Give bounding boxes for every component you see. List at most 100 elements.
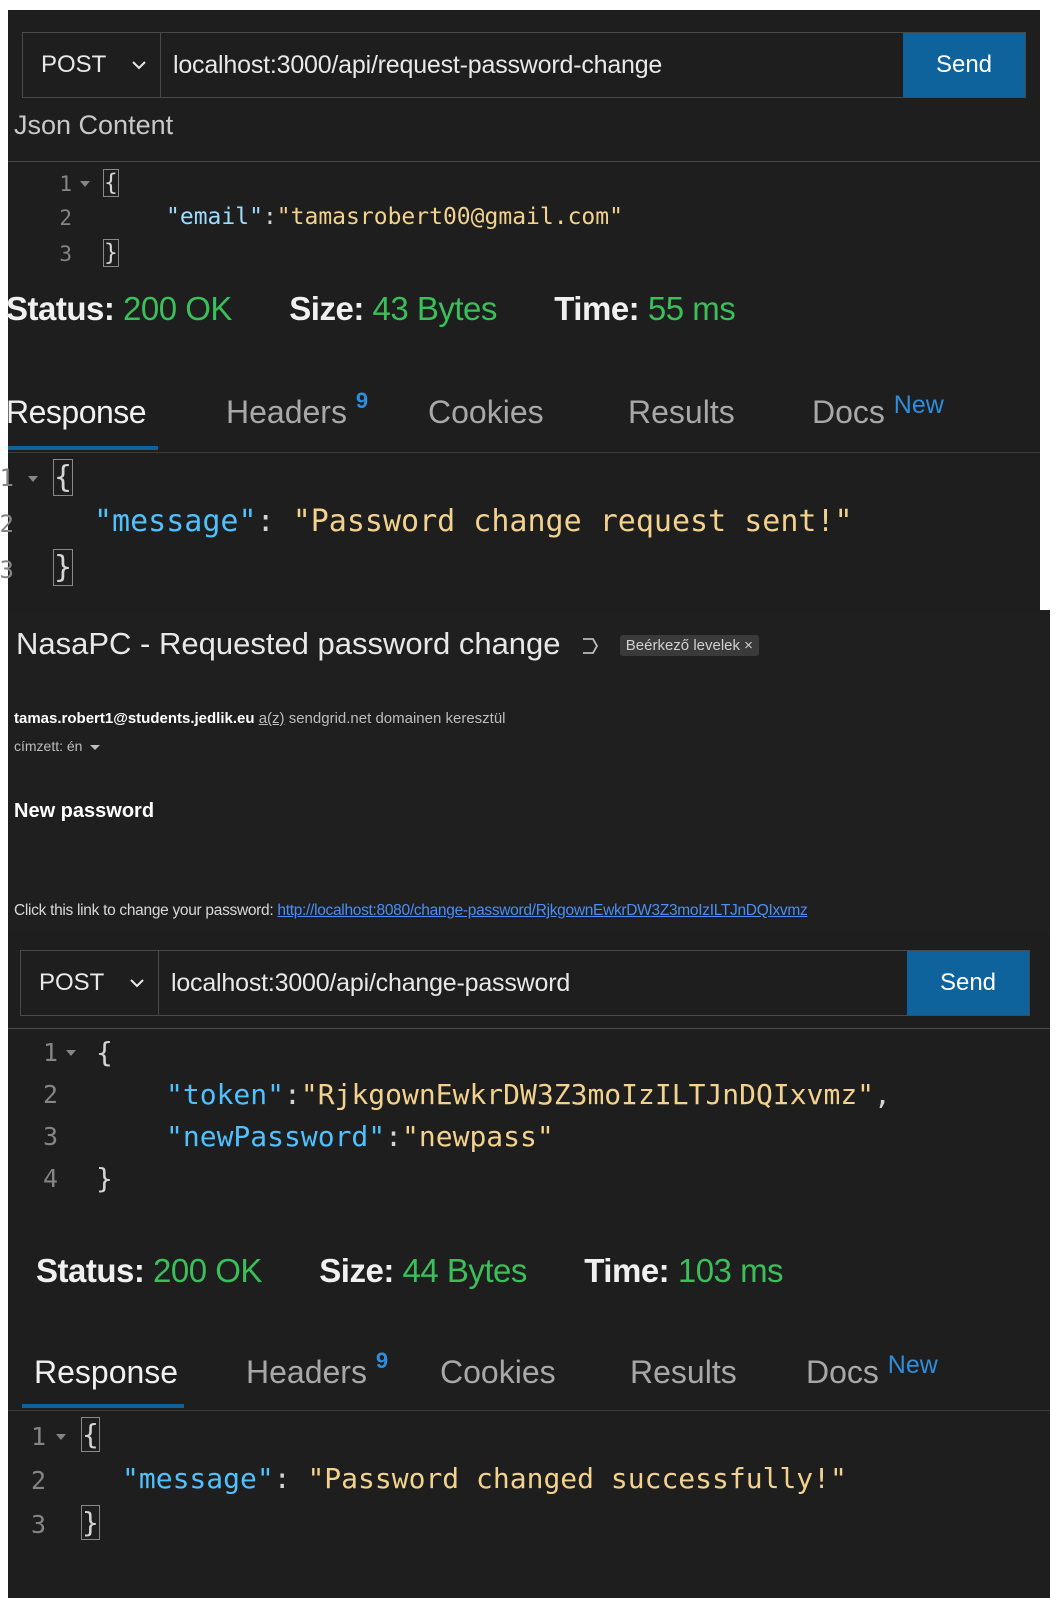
code-brace: } [52,549,74,586]
line-number: 2 [59,206,72,230]
line-number: 3 [30,1510,46,1539]
inbox-label-chip[interactable]: Beérkező levelek × [619,635,759,657]
line-number: 3 [0,556,14,584]
tab-response[interactable]: Response [34,1354,178,1391]
divider [8,1028,1050,1029]
status-bar: Status: 200 OK Size: 44 Bytes Time: 103 … [36,1252,784,1290]
line-number: 1 [59,172,72,196]
tab-docs[interactable]: Docs New [812,391,944,431]
line-number: 3 [42,1122,58,1151]
recipient-line[interactable]: címzett: én [14,738,101,754]
new-badge: New [893,391,944,419]
body-text: Click this link to change your password: [14,902,274,919]
active-tab-underline [22,1404,184,1408]
code-brace: { [96,1036,113,1069]
status-bar: Status: 200 OK Size: 43 Bytes Time: 55 m… [6,290,736,328]
line-number: 4 [42,1164,58,1193]
line-number: 2 [30,1466,46,1495]
method-select[interactable]: POST [21,951,159,1015]
fold-arrow-icon[interactable] [80,181,90,187]
response2-body: 1 { 2 "message": "Password changed succe… [8,1412,1050,1598]
tab-docs[interactable]: Docs New [806,1351,938,1391]
dropdown-caret-icon [90,744,101,750]
recipient-text: címzett: én [14,738,83,754]
json-content-label: Json Content [14,110,174,140]
status-value: 200 OK [153,1252,262,1289]
time-label: Time: [554,290,640,327]
tab-results[interactable]: Results [628,394,735,431]
method-label: POST [39,969,105,996]
code-brace: { [81,1417,100,1452]
fold-arrow-icon[interactable] [66,1050,76,1056]
send-button[interactable]: Send [903,33,1025,97]
send-button[interactable]: Send [907,951,1029,1015]
line-number: 2 [0,510,14,538]
active-tab-underline [8,446,158,450]
code-brace: } [81,1505,100,1540]
request2-url-bar: POST localhost:3000/api/change-password … [20,950,1030,1016]
label-icon [583,637,599,654]
status-value: 200 OK [123,290,232,327]
response1-panel: Status: 200 OK Size: 43 Bytes Time: 55 m… [0,278,1040,610]
request1-url-bar: POST localhost:3000/api/request-password… [22,32,1026,98]
tab-cookies[interactable]: Cookies [428,394,544,431]
size-label: Size: [319,1252,394,1289]
code-brace: { [52,459,74,496]
request2-body-editor[interactable]: 1 { 2 "token":"RjkgownEwkrDW3Z3moIzILTJn… [8,1030,1050,1200]
code-line: "message": "Password change request sent… [94,504,853,539]
code-line: "message": "Password changed successfull… [122,1462,847,1495]
tab-response[interactable]: Response [6,394,147,431]
status-label: Status: [6,290,115,327]
line-number: 1 [42,1038,58,1067]
sender-line: tamas.robert1@students.jedlik.eu a(z) se… [14,710,506,727]
chevron-down-icon [132,61,146,70]
divider [8,1410,1050,1411]
via-link[interactable]: a(z) [259,710,285,727]
response-tabs: Response Headers 9 Cookies Results Docs … [6,388,1040,434]
request1-body-editor[interactable]: 1 { 2 "email":"tamasrobert00@gmail.com" … [8,162,1040,278]
via-text: sendgrid.net domainen keresztül [288,710,506,727]
code-line: "email":"tamasrobert00@gmail.com" [166,204,623,230]
fold-arrow-icon[interactable] [28,476,38,482]
line-number: 1 [0,464,14,492]
size-value: 43 Bytes [372,290,497,327]
size-label: Size: [289,290,364,327]
line-number: 1 [30,1422,46,1451]
sender-email: tamas.robert1@students.jedlik.eu [14,710,255,727]
url-input[interactable]: localhost:3000/api/change-password [159,951,907,1015]
method-label: POST [41,51,107,78]
code-line: "token":"RjkgownEwkrDW3Z3moIzILTJnDQIxvm… [166,1078,891,1111]
tab-cookies[interactable]: Cookies [440,1354,556,1391]
request2-panel: POST localhost:3000/api/change-password … [8,930,1050,1598]
divider [8,452,1040,453]
response-tabs: Response Headers 9 Cookies Results Docs … [8,1348,1050,1394]
response1-body: 1 { 2 "message": "Password change reques… [0,454,1040,610]
request1-panel: POST localhost:3000/api/request-password… [8,10,1040,278]
chevron-down-icon [130,979,144,988]
method-select[interactable]: POST [23,33,161,97]
size-value: 44 Bytes [402,1252,527,1289]
code-brace: } [96,1162,113,1195]
subject-text: NasaPC - Requested password change [16,626,561,661]
url-input[interactable]: localhost:3000/api/request-password-chan… [161,33,903,97]
code-brace: } [103,239,119,267]
time-value: 103 ms [677,1252,784,1289]
headers-count-badge: 9 [355,388,369,413]
change-password-link[interactable]: http://localhost:8080/change-password/Rj… [277,902,807,919]
tab-headers[interactable]: Headers 9 [246,1348,388,1391]
code-line: "newPassword":"newpass" [166,1120,554,1153]
tab-headers[interactable]: Headers 9 [226,388,368,431]
line-number: 3 [59,242,72,266]
tab-results[interactable]: Results [630,1354,737,1391]
time-label: Time: [584,1252,670,1289]
code-brace: { [103,169,119,197]
status-label: Status: [36,1252,145,1289]
new-badge: New [887,1351,938,1379]
fold-arrow-icon[interactable] [56,1434,66,1440]
email-panel: NasaPC - Requested password change Beérk… [8,610,1050,930]
email-subject: NasaPC - Requested password change Beérk… [16,626,759,662]
email-heading: New password [14,800,155,822]
line-number: 2 [42,1080,58,1109]
headers-count-badge: 9 [375,1348,389,1373]
email-body: Click this link to change your password:… [14,902,808,920]
